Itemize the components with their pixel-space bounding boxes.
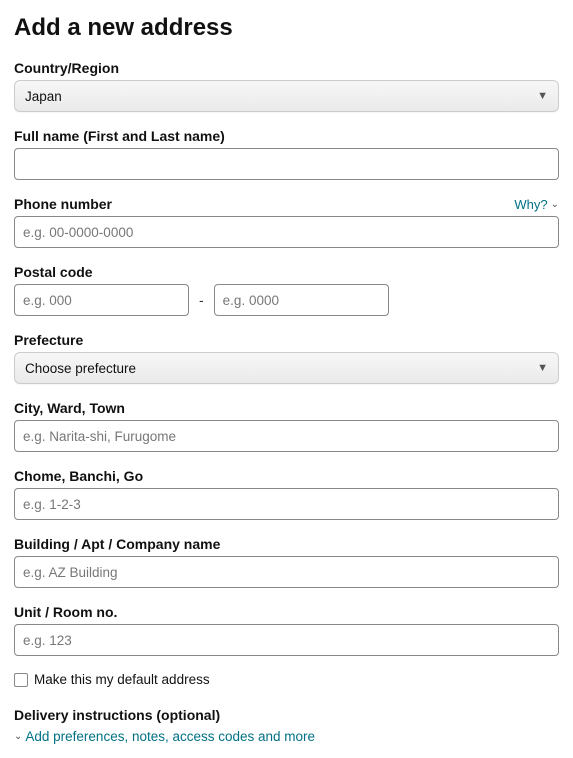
prefecture-select[interactable]: Choose prefecture ▼ (14, 352, 559, 384)
chome-input[interactable] (14, 488, 559, 520)
delivery-title: Delivery instructions (optional) (14, 707, 559, 723)
city-label: City, Ward, Town (14, 400, 559, 416)
unit-input[interactable] (14, 624, 559, 656)
postal-dash: - (199, 292, 204, 308)
page-title: Add a new address (14, 14, 559, 42)
phone-why-text: Why? (514, 197, 547, 212)
fullname-label: Full name (First and Last name) (14, 128, 559, 144)
delivery-link-text: Add preferences, notes, access codes and… (25, 729, 315, 744)
chome-label: Chome, Banchi, Go (14, 468, 559, 484)
default-address-label: Make this my default address (34, 672, 210, 687)
prefecture-label: Prefecture (14, 332, 559, 348)
prefecture-value: Choose prefecture (25, 361, 136, 376)
postal-label: Postal code (14, 264, 559, 280)
chevron-down-icon: ▼ (537, 90, 548, 102)
phone-input[interactable] (14, 216, 559, 248)
phone-why-link[interactable]: Why? ⌄ (514, 197, 559, 212)
phone-label: Phone number (14, 196, 112, 212)
fullname-input[interactable] (14, 148, 559, 180)
building-label: Building / Apt / Company name (14, 536, 559, 552)
chevron-down-icon: ⌄ (551, 199, 559, 210)
postal-input-1[interactable] (14, 284, 189, 316)
delivery-expand-link[interactable]: ⌄ Add preferences, notes, access codes a… (14, 729, 315, 744)
postal-input-2[interactable] (214, 284, 389, 316)
country-value: Japan (25, 89, 62, 104)
default-address-checkbox[interactable] (14, 673, 28, 687)
country-label: Country/Region (14, 60, 559, 76)
country-select[interactable]: Japan ▼ (14, 80, 559, 112)
unit-label: Unit / Room no. (14, 604, 559, 620)
chevron-down-icon: ⌄ (14, 731, 22, 742)
building-input[interactable] (14, 556, 559, 588)
chevron-down-icon: ▼ (537, 362, 548, 374)
city-input[interactable] (14, 420, 559, 452)
